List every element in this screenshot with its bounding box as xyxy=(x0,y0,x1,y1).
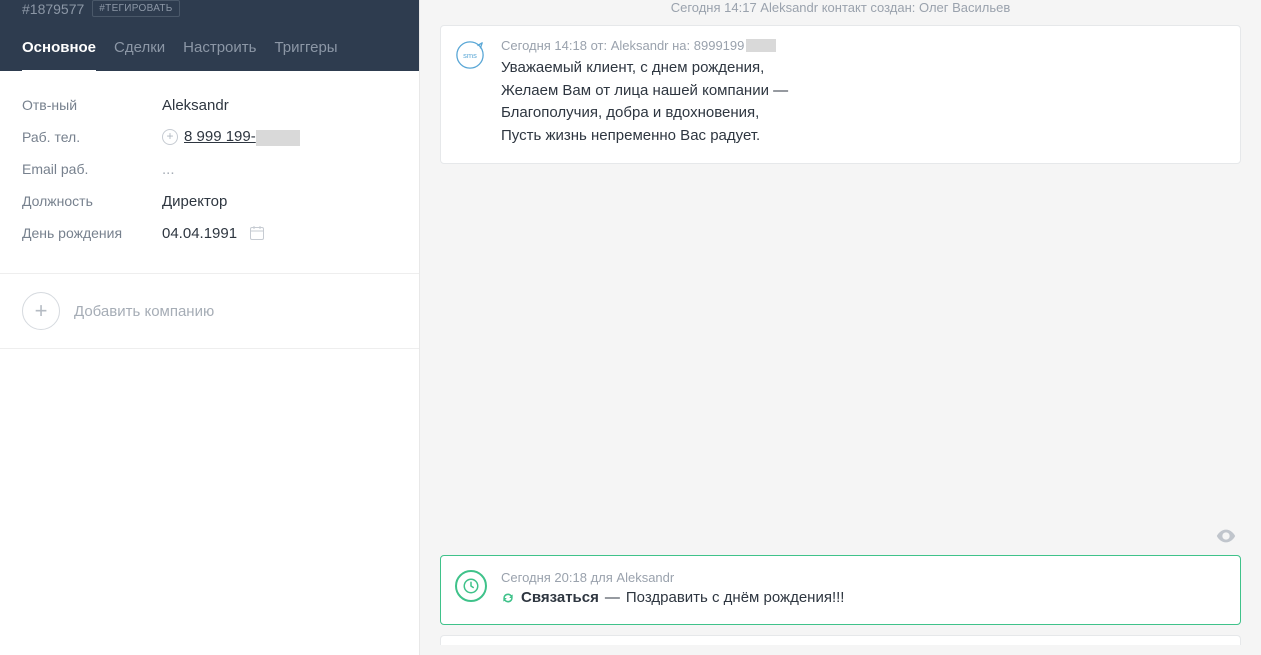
value-email[interactable]: ... xyxy=(162,161,175,178)
add-company-label: Добавить компанию xyxy=(74,303,214,320)
task-card[interactable]: Сегодня 20:18 для Aleksandr Связаться — … xyxy=(440,555,1241,625)
label-email: Email раб. xyxy=(22,161,162,177)
sms-meta-mask xyxy=(746,39,776,52)
task-type: Связаться xyxy=(521,589,599,606)
label-phone: Раб. тел. xyxy=(22,129,162,145)
next-card-stub xyxy=(440,635,1241,645)
birthday-text: 04.04.1991 xyxy=(162,225,237,242)
tab-triggers[interactable]: Триггеры xyxy=(274,39,337,71)
sms-line: Уважаемый клиент, с днем рождения, xyxy=(501,57,1224,80)
svg-text:sms: sms xyxy=(463,51,477,60)
task-text: Поздравить с днём рождения!!! xyxy=(626,589,845,606)
value-phone[interactable]: 8 999 199- xyxy=(184,128,300,145)
task-sep: — xyxy=(605,589,620,606)
calendar-icon xyxy=(249,225,265,241)
value-position[interactable]: Директор xyxy=(162,193,227,210)
sms-body: Уважаемый клиент, с днем рождения, Желае… xyxy=(501,57,1224,147)
add-phone-icon[interactable] xyxy=(162,129,178,145)
sms-card: sms Сегодня 14:18 от: Aleksandr на: 8999… xyxy=(440,25,1241,164)
visibility-icon[interactable] xyxy=(1215,525,1237,547)
tab-configure[interactable]: Настроить xyxy=(183,39,256,71)
tabs: Основное Сделки Настроить Триггеры xyxy=(0,25,419,71)
add-company-button[interactable]: + Добавить компанию xyxy=(0,274,419,349)
contact-id: #1879577 xyxy=(22,1,84,17)
clock-icon xyxy=(455,570,487,602)
refresh-icon xyxy=(501,591,515,605)
plus-icon: + xyxy=(22,292,60,330)
label-position: Должность xyxy=(22,193,162,209)
tab-deals[interactable]: Сделки xyxy=(114,39,165,71)
sms-meta-text: Сегодня 14:18 от: Aleksandr на: 8999199 xyxy=(501,38,744,53)
phone-mask xyxy=(256,130,300,146)
sms-meta: Сегодня 14:18 от: Aleksandr на: 8999199 xyxy=(501,38,1224,53)
phone-digits: 8 999 199- xyxy=(184,128,256,145)
tab-main[interactable]: Основное xyxy=(22,39,96,72)
sms-line: Желаем Вам от лица нашей компании — xyxy=(501,80,1224,103)
value-responsible[interactable]: Aleksandr xyxy=(162,97,229,114)
task-meta: Сегодня 20:18 для Aleksandr xyxy=(501,570,1224,585)
sms-icon: sms xyxy=(455,40,485,70)
sms-line: Благополучия, добра и вдохновения, xyxy=(501,102,1224,125)
sms-line: Пусть жизнь непременно Вас радует. xyxy=(501,125,1224,148)
label-responsible: Отв-ный xyxy=(22,97,162,113)
value-birthday[interactable]: 04.04.1991 xyxy=(162,225,265,242)
timeline-crumb: Сегодня 14:17 Aleksandr контакт создан: … xyxy=(440,0,1241,21)
tag-button[interactable]: #ТЕГИРОВАТЬ xyxy=(92,0,179,17)
label-birthday: День рождения xyxy=(22,225,162,241)
